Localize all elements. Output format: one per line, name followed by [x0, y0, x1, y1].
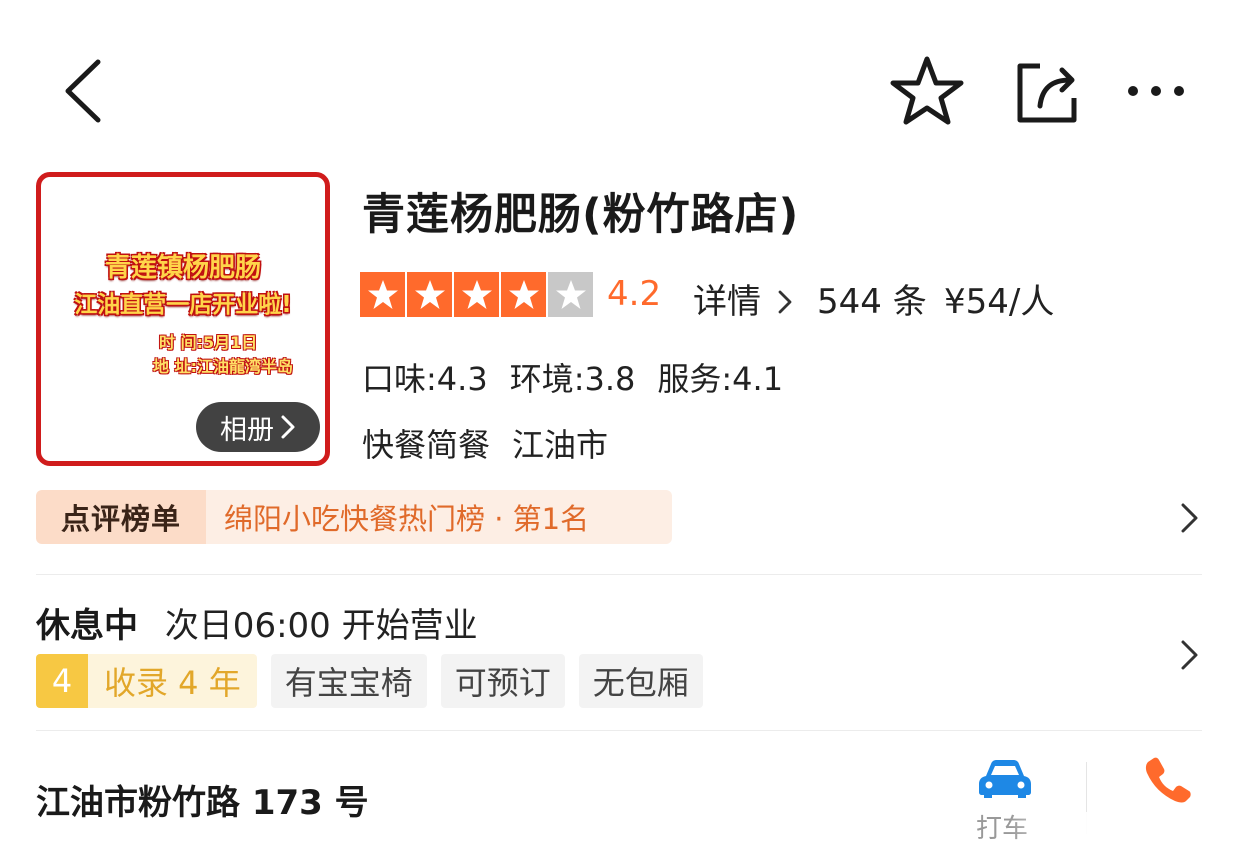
category-line: 快餐简餐 江油市 — [362, 420, 608, 466]
star-icon — [501, 272, 546, 317]
album-button[interactable]: 相册 — [196, 402, 320, 452]
phone-icon[interactable] — [1142, 754, 1192, 804]
status-next-open: 次日06:00 开始营业 — [164, 606, 478, 646]
star-icon — [407, 272, 452, 317]
shop-photo[interactable]: 青莲镇杨肥肠 江油直营一店开业啦! 时 间:5月1日 地 址:江油龍湾半岛 相册 — [36, 172, 330, 466]
rating-score: 4.2 — [607, 274, 662, 314]
shop-address[interactable]: 江油市粉竹路 173 号 — [36, 775, 369, 824]
chevron-right-icon — [778, 290, 792, 314]
taste-score: 口味:4.3 — [362, 360, 488, 398]
service-score: 服务:4.1 — [657, 360, 784, 398]
sub-scores: 口味:4.3 环境:3.8 服务:4.1 — [362, 354, 783, 400]
ranking-chevron-icon[interactable] — [1178, 500, 1202, 536]
divider — [36, 730, 1202, 731]
album-label: 相册 — [220, 414, 274, 446]
review-count[interactable]: 544 条 — [817, 274, 927, 323]
ranking-badge: 点评榜单 — [36, 490, 206, 544]
back-button[interactable] — [58, 56, 108, 126]
feature-tag: 可预订 — [440, 654, 565, 708]
poster-line-2: 江油直营一店开业啦! — [74, 292, 292, 318]
divider — [36, 574, 1202, 575]
shop-title: 青莲杨肥肠(粉竹路店) — [362, 190, 800, 240]
star-icon — [360, 272, 405, 317]
ranking-bar[interactable]: 点评榜单 绵阳小吃快餐热门榜 · 第1名 — [36, 490, 672, 544]
status-chevron-icon[interactable] — [1178, 637, 1202, 673]
city: 江油市 — [512, 426, 609, 464]
business-status[interactable]: 休息中 次日06:00 开始营业 — [36, 598, 478, 647]
share-icon[interactable] — [1012, 58, 1082, 126]
environment-score: 环境:3.8 — [509, 360, 636, 398]
feature-tag: 无包厢 — [578, 654, 703, 708]
years-number: 4 — [36, 654, 88, 708]
years-text: 收录 4 年 — [88, 654, 257, 708]
feature-badges: 4 收录 4 年 有宝宝椅 可预订 无包厢 — [36, 654, 703, 708]
chevron-right-icon — [281, 415, 295, 439]
status-state: 休息中 — [36, 606, 138, 646]
star-icon — [454, 272, 499, 317]
details-link[interactable]: 详情 — [693, 274, 794, 323]
years-badge: 4 收录 4 年 — [36, 654, 257, 708]
poster-address: 地 址:江油龍湾半岛 — [153, 357, 293, 376]
watermark-fade — [1010, 812, 1242, 846]
feature-tag: 有宝宝椅 — [270, 654, 427, 708]
category: 快餐简餐 — [362, 426, 491, 464]
poster-time: 时 间:5月1日 — [159, 333, 258, 352]
poster-line-1: 青莲镇杨肥肠 — [104, 253, 261, 283]
star-rating — [360, 272, 593, 317]
more-dots-icon[interactable] — [1124, 80, 1188, 102]
star-empty-icon — [548, 272, 593, 317]
avg-price: ¥54/人 — [944, 282, 1055, 322]
details-label: 详情 — [693, 282, 761, 322]
car-icon[interactable] — [976, 758, 1034, 800]
favorite-star-icon[interactable] — [888, 54, 966, 128]
ranking-text: 绵阳小吃快餐热门榜 · 第1名 — [206, 490, 672, 544]
